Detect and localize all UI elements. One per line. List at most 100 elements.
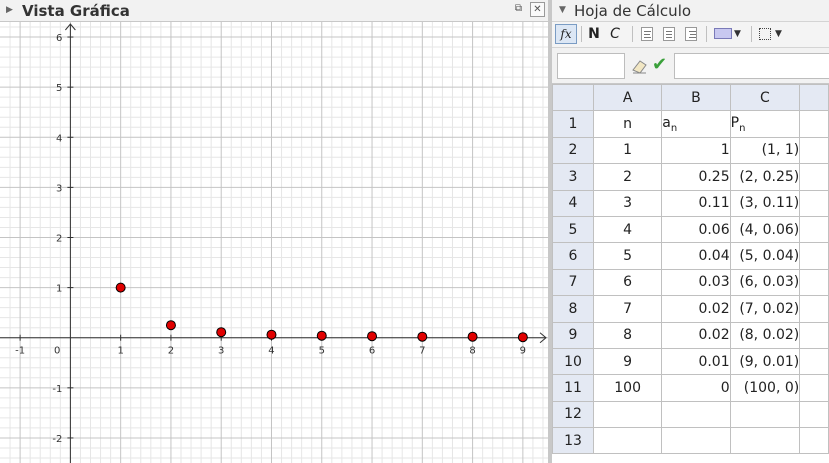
cell-d11[interactable]	[799, 374, 829, 402]
cell-c8[interactable]: (7, 0.02)	[729, 295, 801, 323]
cell-d4[interactable]	[799, 189, 829, 217]
cell-c11[interactable]: (100, 0)	[729, 374, 801, 402]
cell-b10[interactable]: 0.01	[661, 347, 731, 376]
graphics-canvas[interactable]: -1 1 2 3 4 5 6 7 8 9 -2 -1 1 2 3 4 5 6 0	[0, 22, 548, 463]
cell-a13[interactable]	[593, 427, 663, 455]
cell-a1[interactable]: n	[593, 110, 663, 138]
cell-c13[interactable]	[729, 427, 801, 455]
row-header[interactable]: 2	[552, 136, 595, 165]
italic-button[interactable]: C	[607, 24, 623, 44]
cell-c1[interactable]: Pn	[729, 110, 801, 138]
cell-a5[interactable]: 4	[593, 215, 663, 244]
table-row: 6 5 0.04 (5, 0.04)	[552, 242, 829, 270]
cell-b13[interactable]	[661, 427, 731, 455]
data-point	[115, 282, 126, 293]
cell-d10[interactable]	[799, 347, 829, 376]
cell-b6[interactable]: 0.04	[661, 242, 731, 270]
cell-c12[interactable]	[729, 400, 801, 429]
row-header[interactable]: 12	[552, 400, 595, 429]
cell-b2[interactable]: 1	[661, 136, 731, 165]
clear-eraser-icon[interactable]	[630, 56, 650, 80]
x-tick-label: 3	[218, 346, 224, 357]
column-header-c[interactable]: C	[729, 83, 801, 112]
cell-c9[interactable]: (8, 0.02)	[729, 321, 801, 349]
column-header-b[interactable]: B	[661, 83, 731, 112]
data-point	[266, 329, 277, 340]
y-tick-label: -2	[52, 434, 62, 445]
column-header-d[interactable]	[799, 83, 829, 112]
cell-a3[interactable]: 2	[593, 163, 663, 191]
cell-b4[interactable]: 0.11	[661, 189, 731, 217]
close-icon[interactable]: ✕	[530, 2, 545, 17]
cell-b1-subscript: n	[670, 122, 678, 134]
cell-d6[interactable]	[799, 242, 829, 270]
y-tick-label: 6	[56, 33, 62, 44]
align-right-icon[interactable]	[685, 27, 697, 41]
cell-a12[interactable]	[593, 400, 663, 429]
cell-d12[interactable]	[799, 400, 829, 429]
row-header[interactable]: 5	[552, 215, 595, 244]
row-header[interactable]: 13	[552, 427, 595, 455]
cell-b11[interactable]: 0	[661, 374, 731, 402]
cell-b5[interactable]: 0.06	[661, 215, 731, 244]
row-header[interactable]: 1	[552, 110, 595, 138]
row-header[interactable]: 8	[552, 295, 595, 323]
cell-c5[interactable]: (4, 0.06)	[729, 215, 801, 244]
cell-b8[interactable]: 0.02	[661, 295, 731, 323]
cell-d5[interactable]	[799, 215, 829, 244]
border-style-button[interactable]: ▼	[757, 24, 791, 44]
fx-toggle-button[interactable]: fx	[555, 24, 577, 44]
bold-button[interactable]: N	[586, 24, 602, 44]
row-header[interactable]: 4	[552, 189, 595, 217]
cell-b1[interactable]: an	[661, 110, 731, 138]
column-header-a[interactable]: A	[593, 83, 663, 112]
cell-a8[interactable]: 7	[593, 295, 663, 323]
cell-c7[interactable]: (6, 0.03)	[729, 268, 801, 297]
cell-d2[interactable]	[799, 136, 829, 165]
row-header[interactable]: 9	[552, 321, 595, 349]
cell-name-box[interactable]	[557, 53, 625, 79]
cell-a9[interactable]: 8	[593, 321, 663, 349]
cell-c6[interactable]: (5, 0.04)	[729, 242, 801, 270]
x-tick-label: 6	[369, 346, 375, 357]
x-tick-label: 5	[319, 346, 325, 357]
row-header[interactable]: 10	[552, 347, 595, 376]
toolbar-separator	[632, 26, 633, 42]
cell-b3[interactable]: 0.25	[661, 163, 731, 191]
row-header[interactable]: 7	[552, 268, 595, 297]
cell-c3[interactable]: (2, 0.25)	[729, 163, 801, 191]
undock-icon[interactable]: ⧉	[511, 2, 526, 17]
row-header[interactable]: 6	[552, 242, 595, 270]
cell-c2[interactable]: (1, 1)	[729, 136, 801, 165]
cell-d13[interactable]	[799, 427, 829, 455]
cell-a2[interactable]: 1	[593, 136, 663, 165]
align-left-icon[interactable]	[641, 27, 653, 41]
cell-d8[interactable]	[799, 295, 829, 323]
cell-c10[interactable]: (9, 0.01)	[729, 347, 801, 376]
cell-formula-input[interactable]	[674, 53, 829, 79]
collapse-triangle-icon[interactable]: ▼	[559, 5, 566, 15]
accept-check-icon[interactable]: ✔	[652, 54, 667, 75]
cell-c1-base: P	[730, 114, 740, 131]
corner-cell[interactable]	[552, 83, 595, 112]
cell-c4[interactable]: (3, 0.11)	[729, 189, 801, 217]
cell-a7[interactable]: 6	[593, 268, 663, 297]
cell-a4[interactable]: 3	[593, 189, 663, 217]
table-row: 11 100 0 (100, 0)	[552, 374, 829, 402]
cell-b7[interactable]: 0.03	[661, 268, 731, 297]
background-color-button[interactable]: ▼	[712, 24, 746, 44]
collapse-triangle-icon[interactable]: ▶	[6, 5, 13, 15]
cell-a6[interactable]: 5	[593, 242, 663, 270]
align-center-icon[interactable]	[663, 27, 675, 41]
cell-b9[interactable]: 0.02	[661, 321, 731, 349]
row-header[interactable]: 3	[552, 163, 595, 191]
cell-d3[interactable]	[799, 163, 829, 191]
cell-a11[interactable]: 100	[593, 374, 663, 402]
cell-a10[interactable]: 9	[593, 347, 663, 376]
cell-d1[interactable]	[799, 110, 829, 138]
cell-d9[interactable]	[799, 321, 829, 349]
row-header[interactable]: 11	[552, 374, 595, 402]
graphics-view-title: Vista Gráfica	[22, 2, 130, 20]
cell-d7[interactable]	[799, 268, 829, 297]
cell-b12[interactable]	[661, 400, 731, 429]
